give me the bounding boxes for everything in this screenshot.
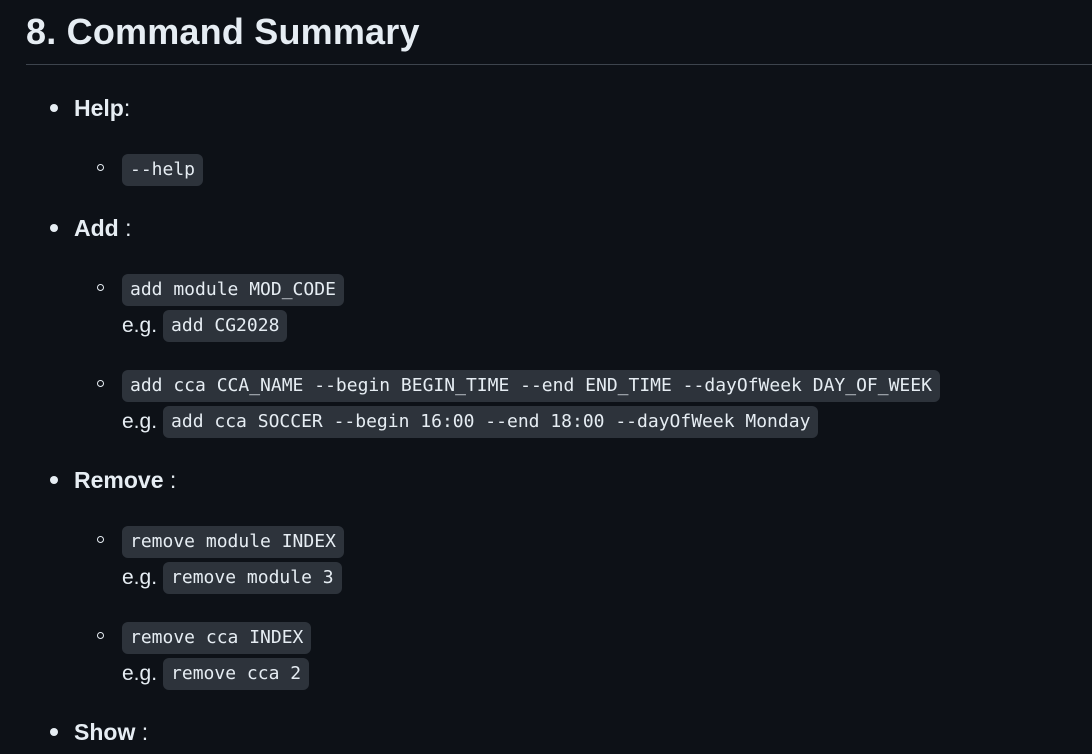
sub-bullet [97,536,104,543]
command-code: remove module INDEX [122,526,344,558]
list-bullet [50,104,58,112]
sub-bullet [97,164,104,171]
section-suffix: : [163,467,177,493]
list-bullet [50,476,58,484]
sub-bullet [97,632,104,639]
command-code: remove cca INDEX [122,622,312,654]
example-row: e.g. add CG2028 [122,310,288,342]
command-code: --help [122,154,204,186]
example-label: e.g. [122,566,158,589]
command-code: add module MOD_CODE [122,274,344,306]
section-add-label: Add : [74,214,132,242]
example-row: e.g. remove cca 2 [122,658,310,690]
list-bullet [50,224,58,232]
list-bullet [50,728,58,736]
example-label: e.g. [122,314,158,337]
heading-divider [26,64,1092,65]
sub-bullet [97,380,104,387]
section-suffix: : [135,719,149,745]
section-title: Help [74,95,124,121]
sub-bullet [97,284,104,291]
section-title: Add [74,215,119,241]
example-code: add cca SOCCER --begin 16:00 --end 18:00… [163,406,819,438]
section-suffix: : [118,215,132,241]
section-title: Remove [74,467,164,493]
section-show-label: Show : [74,718,148,746]
page-title: 8. Command Summary [26,11,420,52]
example-code: remove module 3 [163,562,342,594]
example-code: add CG2028 [163,310,288,342]
command-code: add cca CCA_NAME --begin BEGIN_TIME --en… [122,370,940,402]
example-label: e.g. [122,662,158,685]
section-title: Show [74,719,136,745]
example-row: e.g. remove module 3 [122,562,342,594]
example-label: e.g. [122,410,158,433]
section-help-label: Help: [74,94,130,122]
example-row: e.g. add cca SOCCER --begin 16:00 --end … [122,406,819,438]
example-code: remove cca 2 [163,658,310,690]
section-suffix: : [123,95,131,121]
section-remove-label: Remove : [74,466,176,494]
